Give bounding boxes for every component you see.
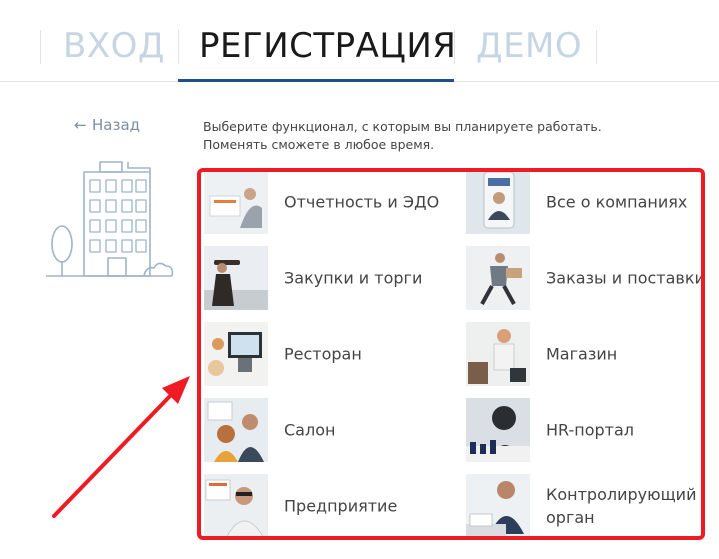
arrow-left-icon: ←	[74, 116, 87, 134]
option-label-line-1: Контролирующий	[546, 485, 697, 504]
instruction-line-2: Поменять сможете в любое время.	[203, 137, 435, 152]
restaurant-photo-icon	[204, 322, 268, 386]
instruction-text: Выберите функционал, с которым вы планир…	[203, 118, 602, 154]
tab-demo[interactable]: ДЕМО	[476, 26, 582, 66]
option-label: Заказы и поставки	[546, 268, 705, 288]
option-label: HR-портал	[546, 420, 635, 440]
option-reporting[interactable]: Отчетность и ЭДО	[204, 170, 444, 234]
option-salon[interactable]: Салон	[204, 398, 444, 462]
option-purchases[interactable]: Закупки и торги	[204, 246, 444, 310]
option-label: Все о компаниях	[546, 192, 688, 212]
back-label: Назад	[92, 116, 141, 134]
companies-photo-icon	[466, 170, 530, 234]
option-label-line-2: орган	[546, 508, 595, 527]
tab-divider	[178, 30, 179, 64]
option-label: Салон	[284, 420, 336, 440]
purchases-photo-icon	[204, 246, 268, 310]
hr-photo-icon	[466, 398, 530, 462]
option-label: Отчетность и ЭДО	[284, 192, 440, 212]
option-companies[interactable]: Все о компаниях	[466, 170, 706, 234]
salon-photo-icon	[204, 398, 268, 462]
tab-login[interactable]: ВХОД	[63, 26, 165, 66]
option-inspector[interactable]: Контролирующий орган	[466, 474, 706, 538]
option-label: Закупки и торги	[284, 268, 423, 288]
enterprise-photo-icon	[204, 474, 268, 538]
orders-photo-icon	[466, 246, 530, 310]
tab-registration[interactable]: РЕГИСТРАЦИЯ	[199, 26, 456, 66]
active-tab-underline	[178, 79, 454, 82]
inspector-photo-icon	[466, 474, 530, 538]
option-label: Ресторан	[284, 344, 362, 364]
building-icon	[46, 161, 174, 277]
option-enterprise[interactable]: Предприятие	[204, 474, 444, 538]
option-orders[interactable]: Заказы и поставки	[466, 246, 706, 310]
reporting-photo-icon	[204, 170, 268, 234]
tab-divider	[454, 30, 455, 64]
option-label: Контролирующий орган	[546, 483, 696, 529]
option-restaurant[interactable]: Ресторан	[204, 322, 444, 386]
tab-bar: ВХОД РЕГИСТРАЦИЯ ДЕМО	[0, 0, 719, 82]
option-shop[interactable]: Магазин	[466, 322, 706, 386]
option-hr[interactable]: HR-портал	[466, 398, 706, 462]
shop-photo-icon	[466, 322, 530, 386]
back-link[interactable]: ← Назад	[74, 116, 140, 134]
option-label: Предприятие	[284, 496, 398, 516]
tab-divider	[596, 30, 597, 64]
instruction-line-1: Выберите функционал, с которым вы планир…	[203, 119, 602, 134]
tab-divider	[40, 30, 41, 64]
option-label: Магазин	[546, 344, 618, 364]
